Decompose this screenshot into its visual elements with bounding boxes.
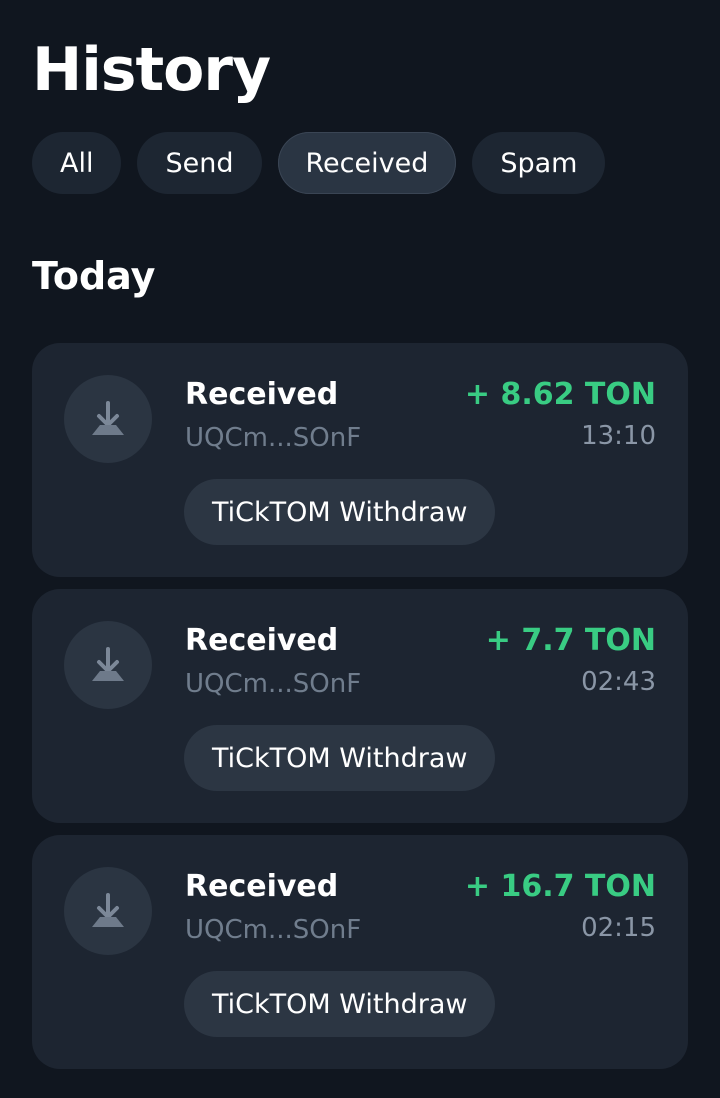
transaction-list: Received UQCm...SOnF + 8.62 TON 13:10 Ti… [32, 343, 688, 1069]
filter-spam[interactable]: Spam [472, 132, 606, 194]
transaction-amount: + 8.62 TON [464, 377, 656, 412]
transaction-time: 13:10 [581, 421, 656, 451]
transaction-address: UQCm...SOnF [185, 915, 362, 945]
transaction-comment: TiCkTOM Withdraw [184, 725, 496, 791]
receive-arrow-icon [64, 867, 152, 955]
transaction-card[interactable]: Received UQCm...SOnF + 7.7 TON 02:43 TiC… [32, 589, 688, 823]
filter-tabs: All Send Received Spam [32, 132, 606, 194]
page-title: History [32, 35, 271, 105]
filter-send[interactable]: Send [137, 132, 262, 194]
filter-all[interactable]: All [32, 132, 122, 194]
section-title-today: Today [32, 254, 156, 298]
transaction-time: 02:43 [581, 667, 656, 697]
receive-arrow-icon [64, 375, 152, 463]
transaction-comment: TiCkTOM Withdraw [184, 971, 496, 1037]
transaction-type: Received [185, 869, 339, 904]
transaction-card[interactable]: Received UQCm...SOnF + 8.62 TON 13:10 Ti… [32, 343, 688, 577]
history-screen: History All Send Received Spam Today Rec… [0, 0, 720, 1098]
transaction-time: 02:15 [581, 913, 656, 943]
transaction-card[interactable]: Received UQCm...SOnF + 16.7 TON 02:15 Ti… [32, 835, 688, 1069]
receive-arrow-icon [64, 621, 152, 709]
transaction-type: Received [185, 377, 339, 412]
transaction-type: Received [185, 623, 339, 658]
transaction-address: UQCm...SOnF [185, 669, 362, 699]
transaction-amount: + 16.7 TON [464, 869, 656, 904]
transaction-amount: + 7.7 TON [485, 623, 656, 658]
transaction-address: UQCm...SOnF [185, 423, 362, 453]
filter-received[interactable]: Received [277, 132, 457, 194]
transaction-comment: TiCkTOM Withdraw [184, 479, 496, 545]
